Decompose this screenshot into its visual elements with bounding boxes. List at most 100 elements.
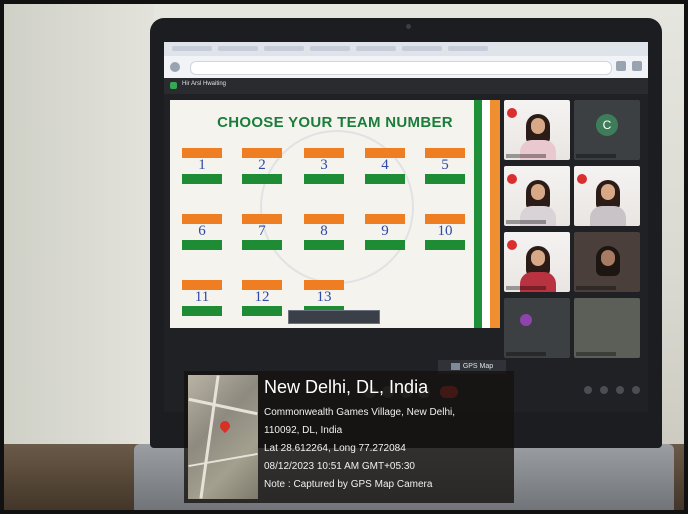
logo-icon: [507, 240, 517, 250]
participant-tile[interactable]: [504, 232, 570, 292]
meeting-title: Hir Arsl Hwaiting: [182, 81, 227, 87]
participant-name-bar: [506, 352, 546, 356]
browser-address-bar: [164, 56, 648, 78]
meet-logo-icon: [170, 82, 177, 89]
team-9[interactable]: 9: [365, 214, 405, 252]
url-field[interactable]: [190, 61, 612, 75]
participant-name-bar: [506, 286, 546, 290]
team-11[interactable]: 11: [182, 280, 222, 318]
team-flag-green: [425, 240, 465, 250]
participant-tile[interactable]: [504, 100, 570, 160]
team-flag-green: [242, 174, 282, 184]
participant-name-bar: [576, 154, 616, 158]
team-flag-green: [304, 174, 344, 184]
gps-map-thumbnail: [188, 375, 258, 499]
team-number: 6: [198, 223, 206, 239]
gps-coordinates: Lat 28.612264, Long 77.272084: [264, 443, 406, 454]
participant-tile[interactable]: [504, 166, 570, 226]
team-number: 2: [258, 157, 266, 173]
browser-tab[interactable]: [448, 46, 488, 51]
logo-icon: [577, 174, 587, 184]
participant-tile[interactable]: [574, 166, 640, 226]
gps-note: Note : Captured by GPS Map Camera: [264, 479, 433, 490]
team-number: 7: [258, 223, 266, 239]
team-number: 1: [198, 157, 206, 173]
team-flag-green: [182, 240, 222, 250]
team-12[interactable]: 12: [242, 280, 282, 318]
team-10[interactable]: 10: [425, 214, 465, 252]
participant-name-bar: [506, 154, 546, 158]
participant-face: [531, 250, 545, 266]
camera-icon: [450, 362, 460, 370]
participant-face: [531, 118, 545, 134]
people-icon[interactable]: [600, 386, 608, 394]
participant-avatar: C: [596, 114, 618, 136]
participant-avatar-icon: [520, 314, 532, 326]
team-3[interactable]: 3: [304, 148, 344, 186]
slide-title: CHOOSE YOUR TEAM NUMBER: [217, 114, 453, 131]
gps-stamp-overlay: New Delhi, DL, India Commonwealth Games …: [184, 371, 514, 503]
team-number: 3: [320, 157, 328, 173]
laptop-screen: Hir Arsl Hwaiting CHOOSE YOUR TEAM NUMBE…: [164, 42, 648, 412]
team-flag-green: [304, 240, 344, 250]
team-7[interactable]: 7: [242, 214, 282, 252]
browser-tab[interactable]: [310, 46, 350, 51]
activities-icon[interactable]: [632, 386, 640, 394]
team-number: 13: [316, 289, 332, 305]
team-2[interactable]: 2: [242, 148, 282, 186]
participant-face: [531, 184, 545, 200]
team-8[interactable]: 8: [304, 214, 344, 252]
team-flag-green: [182, 174, 222, 184]
participant-tile[interactable]: C: [574, 100, 640, 160]
team-4[interactable]: 4: [365, 148, 405, 186]
browser-tab[interactable]: [172, 46, 212, 51]
logo-icon: [507, 108, 517, 118]
participant-name-bar: [506, 220, 546, 224]
browser-tab[interactable]: [356, 46, 396, 51]
back-icon[interactable]: [170, 62, 180, 72]
map-road: [199, 375, 220, 499]
location-pin-icon: [217, 418, 233, 434]
map-road: [188, 452, 258, 468]
browser-tab[interactable]: [402, 46, 442, 51]
team-number: 4: [381, 157, 389, 173]
participant-body: [590, 206, 626, 226]
browser-tab-strip: [164, 42, 648, 56]
webcam: [406, 24, 411, 29]
team-number: 12: [254, 289, 270, 305]
team-flag-green: [425, 174, 465, 184]
gps-datetime: 08/12/2023 10:51 AM GMT+05:30: [264, 461, 415, 472]
flag-stripe-green: [474, 100, 482, 328]
team-flag-green: [182, 306, 222, 316]
gps-address-line2: 110092, DL, India: [264, 425, 343, 436]
participant-tile[interactable]: [574, 232, 640, 292]
info-icon[interactable]: [584, 386, 592, 394]
team-number: 8: [320, 223, 328, 239]
team-flag-green: [365, 240, 405, 250]
browser-tab[interactable]: [218, 46, 258, 51]
browser-tab[interactable]: [264, 46, 304, 51]
team-6[interactable]: 6: [182, 214, 222, 252]
wall: [4, 4, 154, 510]
participant-tile[interactable]: [504, 298, 570, 358]
slide-zoom-control[interactable]: [288, 310, 380, 324]
profile-icon[interactable]: [632, 61, 642, 71]
participant-face: [601, 250, 615, 266]
photo-frame: Hir Arsl Hwaiting CHOOSE YOUR TEAM NUMBE…: [0, 0, 688, 514]
flag-stripe-orange: [490, 100, 500, 328]
flag-stripe-white: [482, 100, 490, 328]
team-1[interactable]: 1: [182, 148, 222, 186]
chat-icon[interactable]: [616, 386, 624, 394]
extensions-icon[interactable]: [616, 61, 626, 71]
logo-icon: [507, 174, 517, 184]
participant-tile[interactable]: [574, 298, 640, 358]
team-5[interactable]: 5: [425, 148, 465, 186]
team-flag-green: [242, 240, 282, 250]
map-road: [188, 397, 258, 416]
team-flag-green: [365, 174, 405, 184]
team-number: 11: [194, 289, 210, 305]
participant-name-bar: [576, 352, 616, 356]
meeting-header: Hir Arsl Hwaiting: [164, 78, 648, 94]
presentation-slide: CHOOSE YOUR TEAM NUMBER 1 2 3 4 5 6 7 8 …: [170, 100, 500, 328]
team-number: 5: [441, 157, 449, 173]
